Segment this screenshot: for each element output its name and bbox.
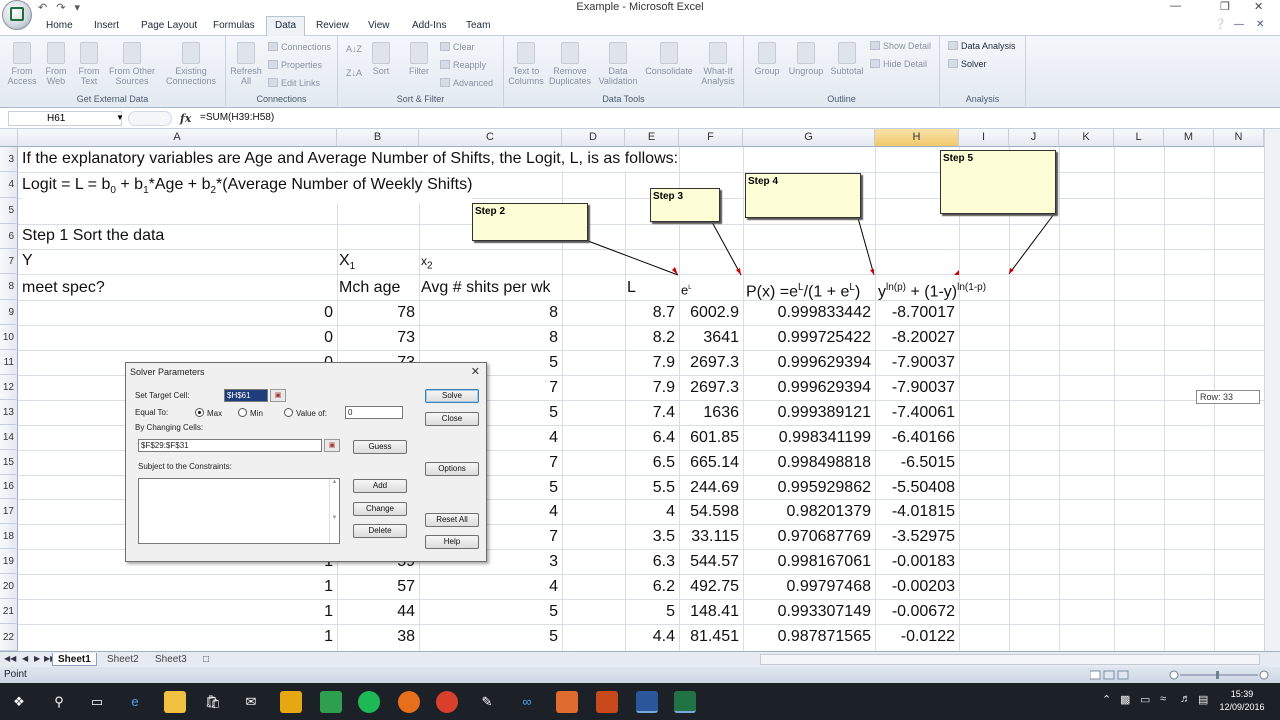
- powerpoint-icon[interactable]: [596, 691, 618, 713]
- wifi-icon[interactable]: ≈: [1160, 693, 1166, 705]
- row-tooltip: Row: 33: [1196, 390, 1260, 404]
- collapse-dialog-icon[interactable]: ▣: [270, 389, 286, 402]
- notifications-icon[interactable]: ▤: [1198, 693, 1208, 706]
- zoom-slider[interactable]: [1090, 670, 1270, 680]
- office-button[interactable]: [2, 0, 32, 30]
- onenote-icon[interactable]: [280, 691, 302, 713]
- task-view-icon[interactable]: ▭: [86, 691, 108, 713]
- next-sheet-icon[interactable]: ▶: [34, 654, 40, 663]
- set-target-input[interactable]: $H$61: [224, 389, 268, 402]
- solver-dialog: Solver Parameters ✕ Set Target Cell: $H$…: [125, 362, 487, 562]
- tray-app-icon[interactable]: ▩: [1120, 693, 1130, 706]
- value-of-label: Value of:: [296, 409, 327, 418]
- first-sheet-icon[interactable]: ◀◀: [4, 654, 16, 663]
- collapse-dialog-icon[interactable]: ▣: [324, 439, 340, 452]
- sheet-tab-sheet3[interactable]: Sheet3: [150, 653, 192, 666]
- volume-icon[interactable]: ♬: [1180, 693, 1191, 705]
- drive-icon[interactable]: [320, 691, 342, 713]
- edge-icon[interactable]: e: [124, 691, 146, 713]
- firefox-icon[interactable]: [398, 691, 420, 713]
- search-icon[interactable]: ⚲: [48, 691, 70, 713]
- note-arrows: [587, 213, 1055, 276]
- file-explorer-icon[interactable]: [164, 691, 186, 713]
- mail-icon[interactable]: ✉: [240, 691, 262, 713]
- prev-sheet-icon[interactable]: ◀: [22, 654, 28, 663]
- constraints-label: Subject to the Constraints:: [138, 462, 232, 471]
- list-scrollbar[interactable]: ▲ ▼: [329, 479, 339, 543]
- min-radio[interactable]: [238, 408, 247, 417]
- equal-to-label: Equal To:: [135, 408, 169, 417]
- sheet-tab-sheet2[interactable]: Sheet2: [102, 653, 144, 666]
- office-logo-icon: [10, 7, 24, 21]
- delete-button[interactable]: Delete: [353, 524, 407, 538]
- comment-step5[interactable]: Step 5: [940, 150, 1056, 214]
- options-button[interactable]: Options: [425, 462, 479, 476]
- set-target-label: Set Target Cell:: [135, 391, 190, 400]
- spotify-icon[interactable]: [358, 691, 380, 713]
- tray-expand-icon[interactable]: ⌃: [1102, 693, 1111, 706]
- visual-studio-icon[interactable]: ∞: [516, 691, 538, 713]
- comment-step3[interactable]: Step 3: [650, 188, 720, 222]
- guess-button[interactable]: Guess: [353, 440, 407, 454]
- vertical-scrollbar[interactable]: [1264, 129, 1280, 651]
- solve-button[interactable]: Solve: [425, 389, 479, 403]
- help-button[interactable]: Help: [425, 535, 479, 549]
- comment-step2[interactable]: Step 2: [472, 203, 588, 241]
- battery-icon[interactable]: ▭: [1140, 693, 1150, 706]
- windows-taskbar: ❖ ⚲ ▭ e 🛍 ✉ ✎ ∞ ⌃ ▩ ▭ ≈ ♬ ▤ 15:39 12/09/2…: [0, 683, 1280, 720]
- value-of-input[interactable]: 0: [345, 406, 403, 419]
- sheet-tabs-bar: ◀◀ ◀ ▶ ▶▶ Sheet1 Sheet2 Sheet3 □: [0, 651, 1280, 667]
- change-button[interactable]: Change: [353, 502, 407, 516]
- status-bar: Point: [0, 667, 1280, 683]
- insert-sheet-icon[interactable]: □: [198, 653, 214, 666]
- matlab-icon[interactable]: [556, 691, 578, 713]
- dialog-title: Solver Parameters: [130, 367, 205, 377]
- value-of-radio[interactable]: [284, 408, 293, 417]
- by-changing-input[interactable]: $F$29:$F$31: [138, 439, 322, 452]
- constraints-list[interactable]: ▲ ▼: [138, 478, 340, 544]
- status-mode: Point: [4, 669, 27, 680]
- max-radio[interactable]: [195, 408, 204, 417]
- store-icon[interactable]: 🛍: [202, 691, 224, 713]
- excel-window: ↶ ↷ ▾ Example - Microsoft Excel — ❐ ✕ Ho…: [0, 0, 1280, 720]
- app-icon[interactable]: ✎: [476, 691, 498, 713]
- max-label: Max: [207, 409, 223, 418]
- comment-step4[interactable]: Step 4: [745, 173, 861, 218]
- close-button[interactable]: Close: [425, 412, 479, 426]
- clock[interactable]: 15:39 12/09/2016: [1216, 688, 1268, 714]
- min-label: Min: [250, 409, 263, 418]
- word-icon[interactable]: [636, 691, 658, 713]
- excel-icon[interactable]: [674, 691, 696, 713]
- chrome-icon[interactable]: [436, 691, 458, 713]
- add-button[interactable]: Add: [353, 479, 407, 493]
- windows-start-icon[interactable]: ❖: [8, 691, 30, 713]
- horizontal-scrollbar[interactable]: [760, 654, 1260, 665]
- dialog-close-icon[interactable]: ✕: [471, 365, 480, 378]
- sheet-tab-sheet1[interactable]: Sheet1: [52, 653, 97, 666]
- by-changing-label: By Changing Cells:: [135, 423, 204, 432]
- reset-all-button[interactable]: Reset All: [425, 513, 479, 527]
